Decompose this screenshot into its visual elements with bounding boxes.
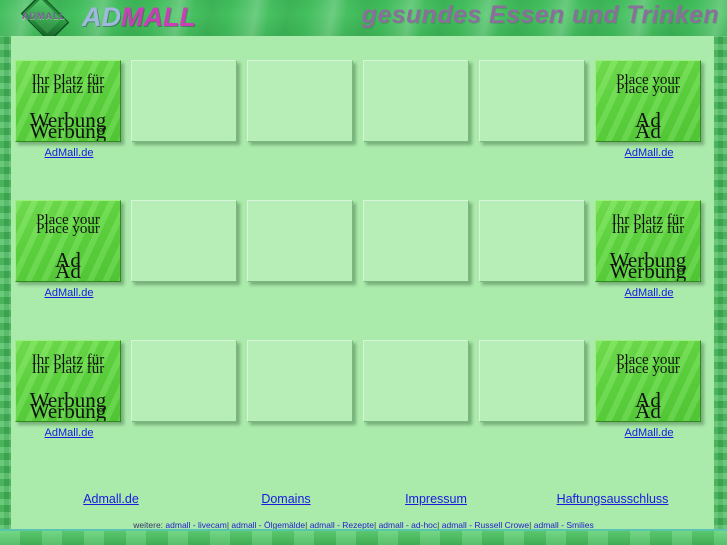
site-logo[interactable]: ADMALL ADMALL [2,0,196,36]
page-root: ADMALL ADMALL gesundes Essen und Trinken… [0,0,727,545]
ad-banner-filled[interactable]: Ihr Platz für Ihr Platz für Werbung Werb… [15,60,121,142]
ad-line-1-shadow: Place your [616,81,680,97]
ad-line-1-shadow: Ihr Platz für [31,81,105,97]
ad-cell[interactable]: Place your Place your Ad Ad AdMall.de [15,200,123,299]
ad-row: Place your Place your Ad Ad AdMall.de Ih… [11,176,714,316]
logo-wordmark-mall: MALL [121,2,196,32]
ad-banner-empty[interactable] [479,340,585,422]
ad-banner-empty[interactable] [131,340,237,422]
ad-banner-empty[interactable] [131,60,237,142]
ad-link[interactable]: AdMall.de [595,287,703,299]
ad-cell[interactable]: Place your Place your Ad Ad AdMall.de [595,60,703,159]
bottom-decorative-strip [0,529,727,545]
logo-wordmark: ADMALL [82,1,196,34]
ad-cell[interactable] [247,200,355,282]
ad-cell[interactable] [363,340,471,422]
ad-banner-filled[interactable]: Ihr Platz für Ihr Platz für Werbung Werb… [15,340,121,422]
ad-link[interactable]: AdMall.de [595,147,703,159]
right-decorative-border [714,36,727,531]
ad-line-2-shadow: Ad [635,399,661,422]
ad-line-1-shadow: Ihr Platz für [31,361,105,377]
ad-banner-filled[interactable]: Ihr Platz für Ihr Platz für Werbung Werb… [595,200,701,282]
ad-cell[interactable]: Ihr Platz für Ihr Platz für Werbung Werb… [595,200,703,299]
footer-link-haftungsausschluss[interactable]: Haftungsausschluss [511,492,714,506]
ad-cell[interactable] [363,200,471,282]
ad-cell[interactable] [479,200,587,282]
ad-row: Ihr Platz für Ihr Platz für Werbung Werb… [11,36,714,176]
ad-cell[interactable] [131,60,239,142]
footer-link-impressum[interactable]: Impressum [361,492,511,506]
ad-banner-filled[interactable]: Place your Place your Ad Ad [15,200,121,282]
ad-cell[interactable]: Place your Place your Ad Ad AdMall.de [595,340,703,439]
ad-line-2-shadow: Ad [55,259,81,282]
ad-banner-filled[interactable]: Place your Place your Ad Ad [595,340,701,422]
footer-link-domains[interactable]: Domains [211,492,361,506]
ad-link[interactable]: AdMall.de [15,287,123,299]
ad-banner-empty[interactable] [247,60,353,142]
ad-line-2-shadow: Werbung [29,119,107,142]
ad-link[interactable]: AdMall.de [15,147,123,159]
left-decorative-border [0,36,11,531]
ad-link[interactable]: AdMall.de [15,427,123,439]
ad-link[interactable]: AdMall.de [595,427,703,439]
ad-banner-empty[interactable] [363,60,469,142]
ad-line-2-shadow: Werbung [29,399,107,422]
ad-banner-empty[interactable] [247,340,353,422]
ad-banner-empty[interactable] [247,200,353,282]
ad-cell[interactable] [247,60,355,142]
ad-line-1-shadow: Ihr Platz für [611,221,685,237]
ad-cell[interactable] [131,200,239,282]
ad-line-2-shadow: Ad [635,119,661,142]
header-tagline: gesundes Essen und Trinken [361,1,719,29]
ad-cell[interactable] [363,60,471,142]
ad-line-1-shadow: Place your [36,221,100,237]
ad-line-1-shadow: Place your [616,361,680,377]
footer-nav: Admall.de Domains Impressum Haftungsauss… [11,492,714,506]
ad-row: Ihr Platz für Ihr Platz für Werbung Werb… [11,316,714,456]
header-banner: ADMALL ADMALL gesundes Essen und Trinken [0,0,727,36]
ad-cell[interactable] [247,340,355,422]
ad-banner-empty[interactable] [479,200,585,282]
ad-cell[interactable] [131,340,239,422]
ad-banner-filled[interactable]: Place your Place your Ad Ad [595,60,701,142]
diamond-logo-label: ADMALL [22,11,66,21]
diamond-logo-icon: ADMALL [8,0,80,36]
ad-line-2-shadow: Werbung [609,259,687,282]
ad-banner-empty[interactable] [363,200,469,282]
ad-banner-empty[interactable] [363,340,469,422]
ad-cell[interactable] [479,340,587,422]
ad-cell[interactable] [479,60,587,142]
ad-banner-empty[interactable] [131,200,237,282]
footer-link-admall[interactable]: Admall.de [11,492,211,506]
ad-grid: Ihr Platz für Ihr Platz für Werbung Werb… [11,36,714,456]
ad-cell[interactable]: Ihr Platz für Ihr Platz für Werbung Werb… [15,340,123,439]
logo-wordmark-ad: AD [82,2,121,32]
ad-banner-empty[interactable] [479,60,585,142]
ad-cell[interactable]: Ihr Platz für Ihr Platz für Werbung Werb… [15,60,123,159]
